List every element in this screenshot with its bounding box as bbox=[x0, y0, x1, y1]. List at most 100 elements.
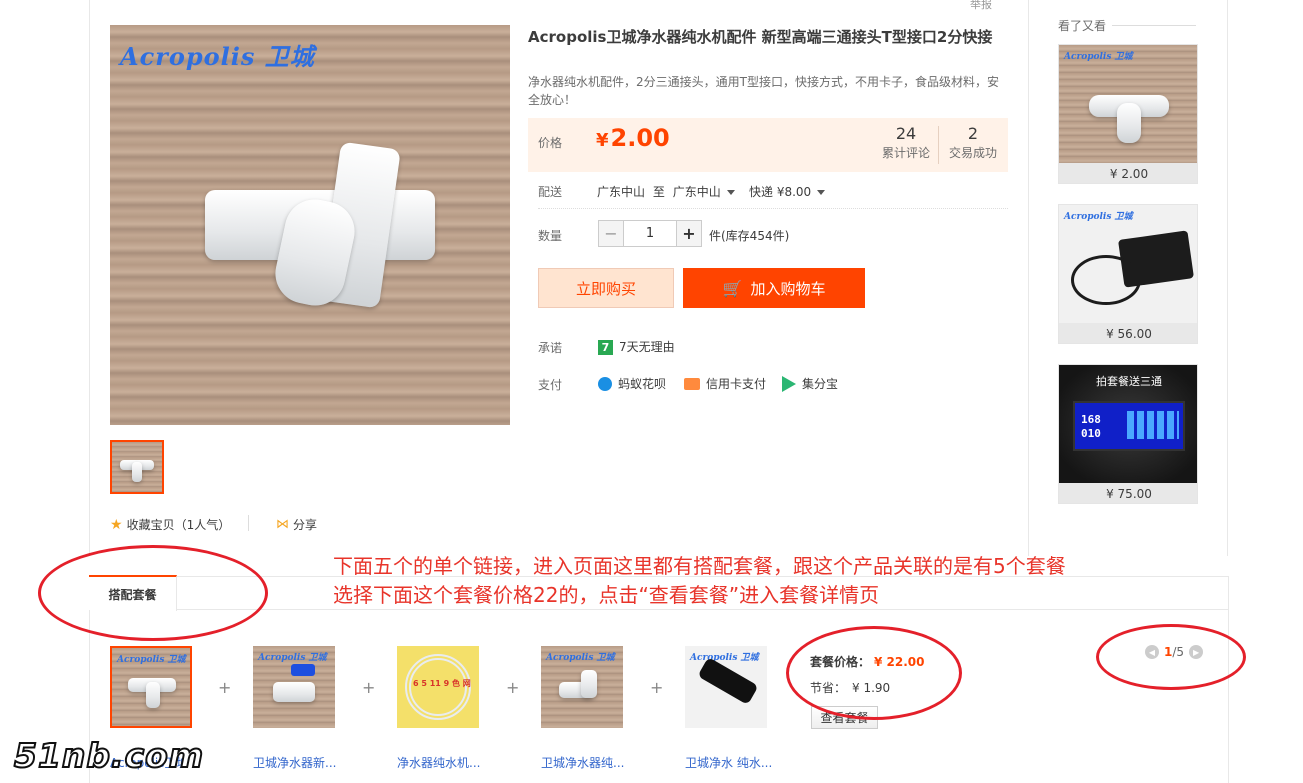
chevron-down-icon bbox=[817, 190, 826, 195]
quantity-label: 数量 bbox=[538, 229, 563, 243]
fitting-shape bbox=[273, 682, 315, 702]
huabei-icon bbox=[598, 376, 612, 391]
trades-label: 交易成功 bbox=[948, 146, 997, 160]
reviews-count: 24 bbox=[895, 124, 917, 143]
product-subtitle: 净水器纯水机配件，2分三通接头，通用T型接口，快接方式，不用卡子，食品级材料，安… bbox=[528, 75, 999, 107]
shipping-to-word: 至 bbox=[652, 185, 665, 199]
divider bbox=[538, 208, 1008, 209]
brand-logo: Acropolis 卫城 bbox=[117, 655, 186, 665]
brand-logo: Acropolis 卫城 bbox=[1064, 52, 1133, 62]
quantity-input[interactable]: 1 bbox=[624, 221, 676, 246]
shipping-from-select[interactable]: 广东中山 至 广东中山 bbox=[597, 183, 735, 200]
promise-item[interactable]: 7 7天无理由 bbox=[598, 338, 675, 355]
valve-handle-shape bbox=[291, 664, 315, 676]
pay-method-label: 集分宝 bbox=[802, 377, 839, 391]
plus-icon: + bbox=[362, 678, 376, 697]
display-bars bbox=[1127, 411, 1179, 439]
combo-item-name[interactable]: 卫城净水器纯... bbox=[541, 754, 624, 771]
quantity-stepper: − 1 + bbox=[598, 220, 702, 247]
annotation-line: 下面五个的单个链接，进入页面这里都有搭配套餐，跟这个产品关联的是有5个套餐 bbox=[333, 554, 1066, 578]
combo-item-name[interactable]: 净水器纯水机... bbox=[397, 754, 480, 771]
credit-card-icon bbox=[684, 377, 700, 390]
report-link[interactable]: 举报 bbox=[970, 0, 992, 12]
tube-cutter-shape bbox=[697, 656, 759, 706]
brand-logo: Acropolis 卫城 bbox=[546, 653, 615, 663]
sidebar-title: 看了又看 bbox=[1058, 19, 1107, 33]
annotation-line: 选择下面这个套餐价格22的，点击“查看套餐”进入套餐详情页 bbox=[333, 583, 880, 607]
payment-label: 支付 bbox=[538, 378, 563, 392]
combo-item-image[interactable]: Acropolis 卫城 bbox=[110, 646, 192, 728]
combo-item-image[interactable]: 6 5 11 9 色 网 bbox=[397, 646, 479, 728]
site-watermark: 51nb.com bbox=[13, 735, 205, 776]
shipping-to: 广东中山 bbox=[672, 185, 721, 199]
shipping-from: 广东中山 bbox=[597, 185, 646, 199]
sidebar-item-price: ¥ 56.00 bbox=[1059, 323, 1197, 343]
quantity-decrease-button[interactable]: − bbox=[599, 221, 624, 246]
pay-method-huabei[interactable]: 蚂蚁花呗 bbox=[598, 375, 666, 392]
cable-shape bbox=[1071, 255, 1141, 305]
annotation-text: 下面五个的单个链接，进入页面这里都有搭配套餐，跟这个产品关联的是有5个套餐 选择… bbox=[333, 552, 1066, 610]
main-product-image[interactable]: Acropolis 卫城 bbox=[110, 25, 510, 425]
display-digits: 168 010 bbox=[1081, 413, 1101, 440]
combo-item-image[interactable]: Acropolis 卫城 bbox=[685, 646, 767, 728]
promise-label: 承诺 bbox=[538, 341, 563, 355]
sidebar-item[interactable]: 拍套餐送三通 168 010 ¥ 75.00 bbox=[1058, 364, 1198, 504]
reviews-label: 累计评论 bbox=[881, 146, 930, 160]
product-image: 拍套餐送三通 168 010 bbox=[1059, 365, 1197, 483]
product-image: Acropolis 卫城 bbox=[1059, 45, 1197, 163]
sidebar-item-price: ¥ 75.00 bbox=[1059, 483, 1197, 503]
pay-method-label: 蚂蚁花呗 bbox=[618, 377, 667, 391]
shipping-label: 配送 bbox=[538, 185, 563, 199]
jifenbao-icon bbox=[782, 375, 796, 392]
reviews-stat[interactable]: 24 累计评论 bbox=[876, 124, 936, 161]
display-panel: 168 010 bbox=[1073, 401, 1185, 451]
pay-method-credit-card[interactable]: 信用卡支付 bbox=[684, 375, 766, 392]
plus-icon: + bbox=[650, 678, 664, 697]
add-to-cart-button[interactable]: 🛒 加入购物车 bbox=[683, 268, 865, 308]
favorite-label: 收藏宝贝（1人气） bbox=[126, 518, 231, 532]
add-to-cart-label: 加入购物车 bbox=[750, 279, 826, 298]
brand-logo: Acropolis 卫城 bbox=[1064, 212, 1133, 222]
divider bbox=[248, 515, 249, 531]
sidebar-item[interactable]: Acropolis 卫城 ¥ 56.00 bbox=[1058, 204, 1198, 344]
fitting-shape bbox=[1117, 103, 1141, 143]
product-image: Acropolis 卫城 bbox=[1059, 205, 1197, 323]
banner-text: 拍套餐送三通 bbox=[1096, 375, 1162, 388]
combo-item-name[interactable]: 卫城净水器新... bbox=[253, 754, 336, 771]
chevron-down-icon bbox=[726, 190, 735, 195]
quantity-increase-button[interactable]: + bbox=[676, 221, 701, 246]
coil-label: 6 5 11 9 色 网 bbox=[413, 679, 471, 688]
price-currency: ¥ bbox=[596, 130, 609, 151]
shipping-method: 快递 ¥8.00 bbox=[749, 185, 812, 199]
share-button[interactable]: ⋈ 分享 bbox=[276, 516, 317, 533]
buy-now-button[interactable]: 立即购买 bbox=[538, 268, 674, 308]
pay-method-label: 信用卡支付 bbox=[706, 377, 767, 391]
divider bbox=[1112, 25, 1196, 26]
thumbnail-1[interactable] bbox=[110, 440, 164, 494]
plus-icon: + bbox=[218, 678, 232, 697]
annotation-circle bbox=[786, 626, 962, 720]
brand-logo: Acropolis 卫城 bbox=[258, 653, 327, 663]
promise-text: 7天无理由 bbox=[619, 340, 675, 354]
cart-icon: 🛒 bbox=[722, 278, 743, 298]
price-amount: 2.00 bbox=[610, 124, 670, 152]
annotation-circle bbox=[38, 545, 268, 641]
trades-stat: 2 交易成功 bbox=[943, 124, 1003, 161]
fitting-shape bbox=[132, 462, 142, 482]
seven-day-icon: 7 bbox=[598, 340, 613, 355]
favorite-button[interactable]: ★ 收藏宝贝（1人气） bbox=[110, 516, 230, 533]
share-icon: ⋈ bbox=[276, 517, 289, 532]
price-value: ¥2.00 bbox=[596, 124, 670, 152]
combo-item-image[interactable]: Acropolis 卫城 bbox=[541, 646, 623, 728]
divider bbox=[938, 126, 939, 164]
combo-item-name[interactable]: 卫城净水 纯水... bbox=[685, 754, 772, 771]
pay-method-jifenbao[interactable]: 集分宝 bbox=[782, 375, 838, 392]
stock-text: 件(库存454件) bbox=[709, 229, 790, 243]
fitting-shape bbox=[581, 670, 597, 698]
sidebar-item[interactable]: Acropolis 卫城 ¥ 2.00 bbox=[1058, 44, 1198, 184]
sidebar-item-price: ¥ 2.00 bbox=[1059, 163, 1197, 183]
combo-item-image[interactable]: Acropolis 卫城 bbox=[253, 646, 335, 728]
price-label: 价格 bbox=[538, 136, 563, 150]
shipping-method-select[interactable]: 快递 ¥8.00 bbox=[749, 183, 826, 200]
fitting-shape bbox=[146, 682, 160, 708]
